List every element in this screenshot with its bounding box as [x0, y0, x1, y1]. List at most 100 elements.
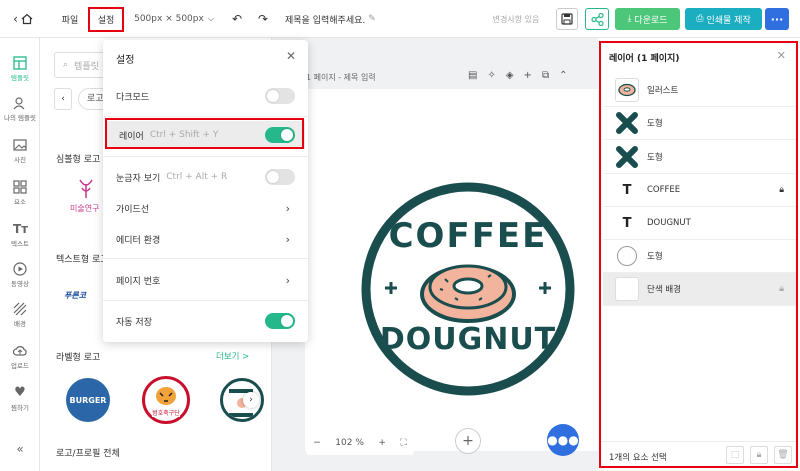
layer-item-selected[interactable]: 단색 배경 🔒︎ [603, 273, 796, 306]
carousel-next-button[interactable]: › [243, 392, 259, 408]
more-icon: ··· [770, 12, 784, 26]
rail-item-upload[interactable]: 업로드 [0, 344, 40, 370]
rail-item-heart[interactable]: ♥ 찜하기 [0, 386, 40, 413]
download-button[interactable]: ⤓ 다운로드 [615, 8, 680, 30]
close-icon[interactable]: ✕ [286, 49, 296, 63]
collapse-panel-button[interactable]: « [0, 442, 40, 456]
cross-shape-icon [616, 146, 638, 168]
setting-editor-env[interactable]: 에디터 환경 › [103, 225, 308, 253]
circle-shape-icon [617, 246, 637, 266]
top-toolbar: ‹ 파일 설정 500px × 500px ⌵ ↶ ↷ 제목을 입력해주세요. … [0, 0, 800, 38]
back-home-button[interactable]: ‹ [8, 10, 38, 28]
section-title-text: 텍스트형 로고 [56, 255, 109, 265]
settings-title: 설정 [116, 55, 135, 66]
section-title-all: 로고/프로필 전체 [56, 449, 120, 459]
title-input[interactable]: 제목을 입력해주세요. ✎ [285, 10, 381, 28]
layer-name: COFFEE [647, 185, 681, 195]
select-area-button[interactable]: ⬚ [726, 446, 744, 464]
settings-menu[interactable]: 설정 [90, 9, 122, 29]
lock-icon[interactable]: 🔒︎ [779, 185, 784, 195]
layer-item[interactable]: T DOUGNUT [603, 207, 796, 240]
close-icon[interactable]: ✕ [777, 49, 786, 62]
layer-toggle[interactable] [265, 127, 295, 143]
autosave-toggle[interactable] [265, 313, 295, 329]
rail-label: 배경 [14, 320, 26, 328]
setting-label: 페이지 번호 [116, 276, 161, 287]
layers-title: 레이어 (1 페이지) [609, 54, 680, 64]
copy-icon[interactable]: ⧉ [542, 70, 549, 81]
chevron-right-icon: › [285, 273, 290, 287]
setting-guides[interactable]: 가이드선 › [103, 194, 308, 222]
setting-ruler[interactable]: 눈금자 보기 Ctrl + Alt + R [103, 163, 308, 191]
share-button[interactable] [585, 8, 609, 30]
setting-label: 눈금자 보기 [116, 173, 161, 184]
layer-item[interactable]: 도형 [603, 240, 796, 273]
zoom-out-button[interactable]: − [313, 438, 321, 448]
rail-item-text[interactable]: Tт 텍스트 [0, 222, 40, 248]
add-page-button[interactable]: + [455, 428, 481, 454]
selection-status: 1개의 요소 선택 [609, 453, 667, 463]
more-options-button[interactable]: ··· [765, 8, 789, 30]
download-label: 다운로드 [634, 15, 668, 26]
page-canvas[interactable]: COFFEE DOUGNUT [305, 89, 598, 451]
file-menu[interactable]: 파일 [56, 10, 84, 28]
coffee-doughnut-logo[interactable]: COFFEE DOUGNUT [305, 89, 598, 451]
template-thumb[interactable]: 푸른코 [64, 290, 104, 314]
thumb-text: 범호축구단 [152, 408, 180, 417]
chevron-up-icon[interactable]: ⌃ [559, 70, 567, 81]
redo-button[interactable]: ↷ [254, 10, 272, 28]
ruler-toggle[interactable] [265, 169, 295, 185]
template-thumb[interactable]: 미술연구 [70, 178, 104, 218]
lock-icon[interactable]: 🔒︎ [779, 284, 784, 294]
add-page-icon[interactable]: + [524, 70, 532, 81]
paint-bucket-icon[interactable]: ◈ [506, 70, 514, 81]
setting-layer[interactable]: 레이어 Ctrl + Shift + Y [106, 121, 305, 149]
layer-name: 도형 [647, 119, 663, 129]
template-thumb[interactable]: BURGER [66, 378, 110, 422]
zoom-in-button[interactable]: + [378, 438, 386, 448]
template-thumb[interactable]: 범호축구단 [142, 376, 190, 424]
layer-item[interactable]: 일러스트 [603, 74, 796, 107]
print-button[interactable]: ⎙ 인쇄물 제작 [685, 8, 762, 30]
lock-button[interactable]: 🔒︎ [750, 446, 768, 464]
chat-support-button[interactable]: ●●● [547, 424, 579, 456]
rail-label: 업로드 [11, 362, 29, 370]
undo-button[interactable]: ↶ [228, 10, 246, 28]
setting-page-numbers[interactable]: 페이지 번호 › [103, 266, 308, 294]
setting-darkmode[interactable]: 다크모드 [103, 82, 308, 110]
trash-icon: 🗑︎ [777, 450, 789, 460]
background-icon [13, 302, 27, 316]
memo-icon[interactable]: ▤ [468, 70, 477, 81]
lock-icon: 🔒︎ [756, 450, 762, 460]
rail-item-template[interactable]: 템플릿 [0, 56, 40, 82]
search-icon: ⌕ [63, 60, 69, 70]
layer-thumb [615, 145, 639, 169]
layer-thumb [615, 244, 639, 268]
tiger-icon [156, 387, 176, 405]
setting-shortcut: Ctrl + Alt + R [166, 172, 228, 182]
layer-item[interactable]: 도형 [603, 107, 796, 140]
canvas-size-select[interactable]: 500px × 500px ⌵ [131, 10, 217, 28]
print-label: 인쇄물 제작 [706, 15, 751, 26]
fit-screen-icon[interactable]: ⛶ [400, 438, 406, 448]
more-link[interactable]: 더보기 > [216, 350, 249, 362]
rail-item-video[interactable]: 동영상 [0, 262, 40, 288]
darkmode-toggle[interactable] [265, 88, 295, 104]
rail-item-element[interactable]: 요소 [0, 180, 40, 206]
rail-item-background[interactable]: 배경 [0, 302, 40, 328]
layer-item[interactable]: 도형 [603, 141, 796, 174]
layer-item[interactable]: T COFFEE 🔒︎ [603, 174, 796, 207]
rail-item-my-template[interactable]: 나의 템플릿 [0, 96, 40, 122]
logo-text-coffee: COFFEE [389, 216, 548, 256]
save-button[interactable] [556, 8, 578, 30]
photo-icon [13, 139, 27, 151]
delete-button[interactable]: 🗑︎ [774, 446, 792, 464]
canvas-area: 1 페이지 - 제목 입력 ▤ ✧ ◈ + ⧉ ⌃ COFFEE DOUGNUT… [272, 38, 598, 471]
thumb-text: BURGER [69, 395, 107, 405]
printer-icon: ⎙ [696, 14, 704, 24]
magic-icon[interactable]: ✧ [487, 70, 495, 81]
setting-autosave[interactable]: 자동 저장 [103, 307, 308, 335]
category-prev-button[interactable]: ‹ [54, 88, 72, 110]
rail-item-photo[interactable]: 사진 [0, 138, 40, 164]
layer-name: 도형 [647, 252, 663, 262]
